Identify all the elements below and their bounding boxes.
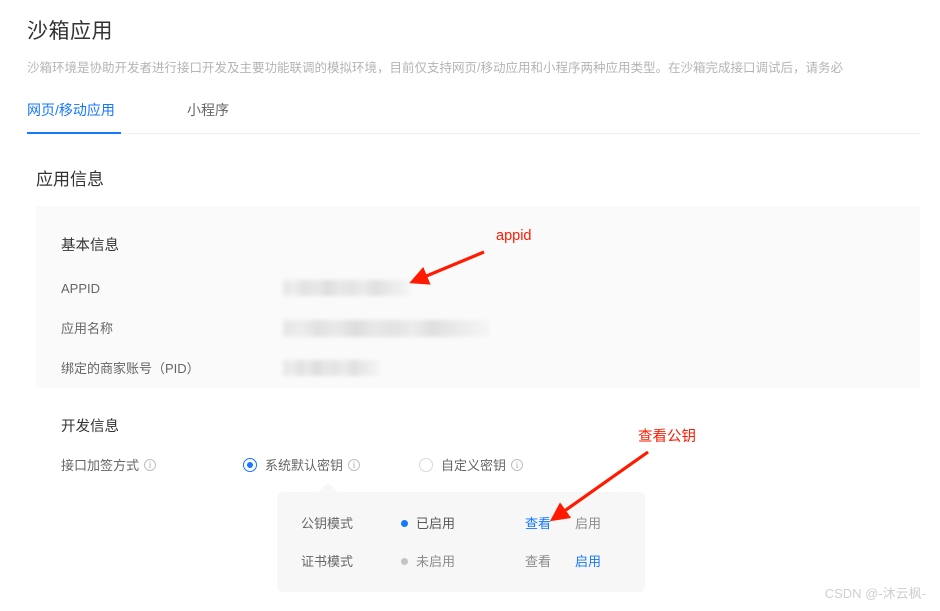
key-mode-panel: 公钥模式 已启用 查看 启用 证书模式 未启用 查看 启用 [277, 483, 645, 592]
popover-arrow [317, 483, 339, 493]
app-name-value-redacted [283, 320, 490, 337]
page-title: 沙箱应用 [27, 20, 113, 43]
info-icon[interactable] [144, 459, 157, 471]
certificate-mode-status-text: 未启用 [416, 554, 456, 569]
status-dot-icon [401, 558, 408, 565]
watermark: CSDN @-沐云枫- [824, 586, 926, 601]
radio-option-custom-key-label: 自定义密钥 [441, 458, 507, 473]
radio-dot-icon[interactable] [243, 458, 257, 472]
sandbox-app-page: 沙箱应用 沙箱环境是协助开发者进行接口开发及主要功能联调的模拟环境，目前仅支持网… [0, 0, 940, 611]
tab-mini-program[interactable]: 小程序 [187, 100, 229, 120]
appid-value-redacted [283, 280, 411, 296]
table-row: 应用名称 [61, 318, 891, 340]
certificate-mode-status: 未启用 [401, 550, 455, 574]
basic-info-heading: 基本信息 [61, 238, 119, 254]
public-key-mode-status-text: 已启用 [416, 516, 456, 531]
certificate-view-link[interactable]: 查看 [525, 550, 551, 574]
key-mode-row-public-key: 公钥模式 已启用 查看 启用 [277, 512, 645, 536]
radio-option-system-default-label: 系统默认密钥 [265, 458, 344, 473]
radio-option-custom-key-item[interactable]: 自定义密钥 [419, 455, 524, 477]
info-icon[interactable] [348, 459, 361, 471]
tab-active-indicator [27, 132, 121, 134]
info-icon[interactable] [511, 459, 524, 471]
key-mode-row-certificate: 证书模式 未启用 查看 启用 [277, 550, 645, 574]
certificate-enable-link[interactable]: 启用 [575, 550, 601, 574]
table-row: 绑定的商家账号（PID） [61, 358, 891, 380]
annotation-label-view-public-key: 查看公钥 [638, 429, 696, 445]
app-name-label: 应用名称 [61, 321, 114, 336]
public-key-enable-link[interactable]: 启用 [575, 512, 601, 536]
bound-pid-value-redacted [283, 360, 380, 376]
public-key-mode-label: 公钥模式 [301, 516, 354, 531]
sign-method-label-text: 接口加签方式 [61, 458, 140, 473]
bound-pid-label: 绑定的商家账号（PID） [61, 361, 200, 376]
radio-option-system-default[interactable]: 系统默认密钥 [243, 455, 361, 477]
page-description: 沙箱环境是协助开发者进行接口开发及主要功能联调的模拟环境，目前仅支持网页/移动应… [27, 61, 843, 75]
dev-info-heading: 开发信息 [61, 419, 119, 435]
radio-dot-icon[interactable] [419, 458, 433, 472]
certificate-mode-label: 证书模式 [301, 554, 354, 569]
appid-label: APPID [61, 281, 101, 296]
basic-info-panel: 基本信息 APPID 应用名称 绑定的商家账号（PID） [36, 206, 920, 388]
tab-baseline [27, 133, 920, 134]
public-key-mode-status: 已启用 [401, 512, 455, 536]
radio-option-system-default-item[interactable]: 系统默认密钥 [243, 455, 361, 477]
annotation-label-appid: appid [496, 228, 532, 244]
tab-web-mobile-app[interactable]: 网页/移动应用 [27, 100, 115, 120]
tab-bar: 网页/移动应用 小程序 [27, 100, 920, 137]
table-row: APPID [61, 278, 891, 300]
section-title-app-info: 应用信息 [36, 170, 104, 189]
public-key-view-link[interactable]: 查看 [525, 512, 551, 536]
radio-option-custom-key[interactable]: 自定义密钥 [419, 455, 524, 477]
sign-method-label: 接口加签方式 [61, 455, 157, 477]
status-dot-icon [401, 520, 408, 527]
